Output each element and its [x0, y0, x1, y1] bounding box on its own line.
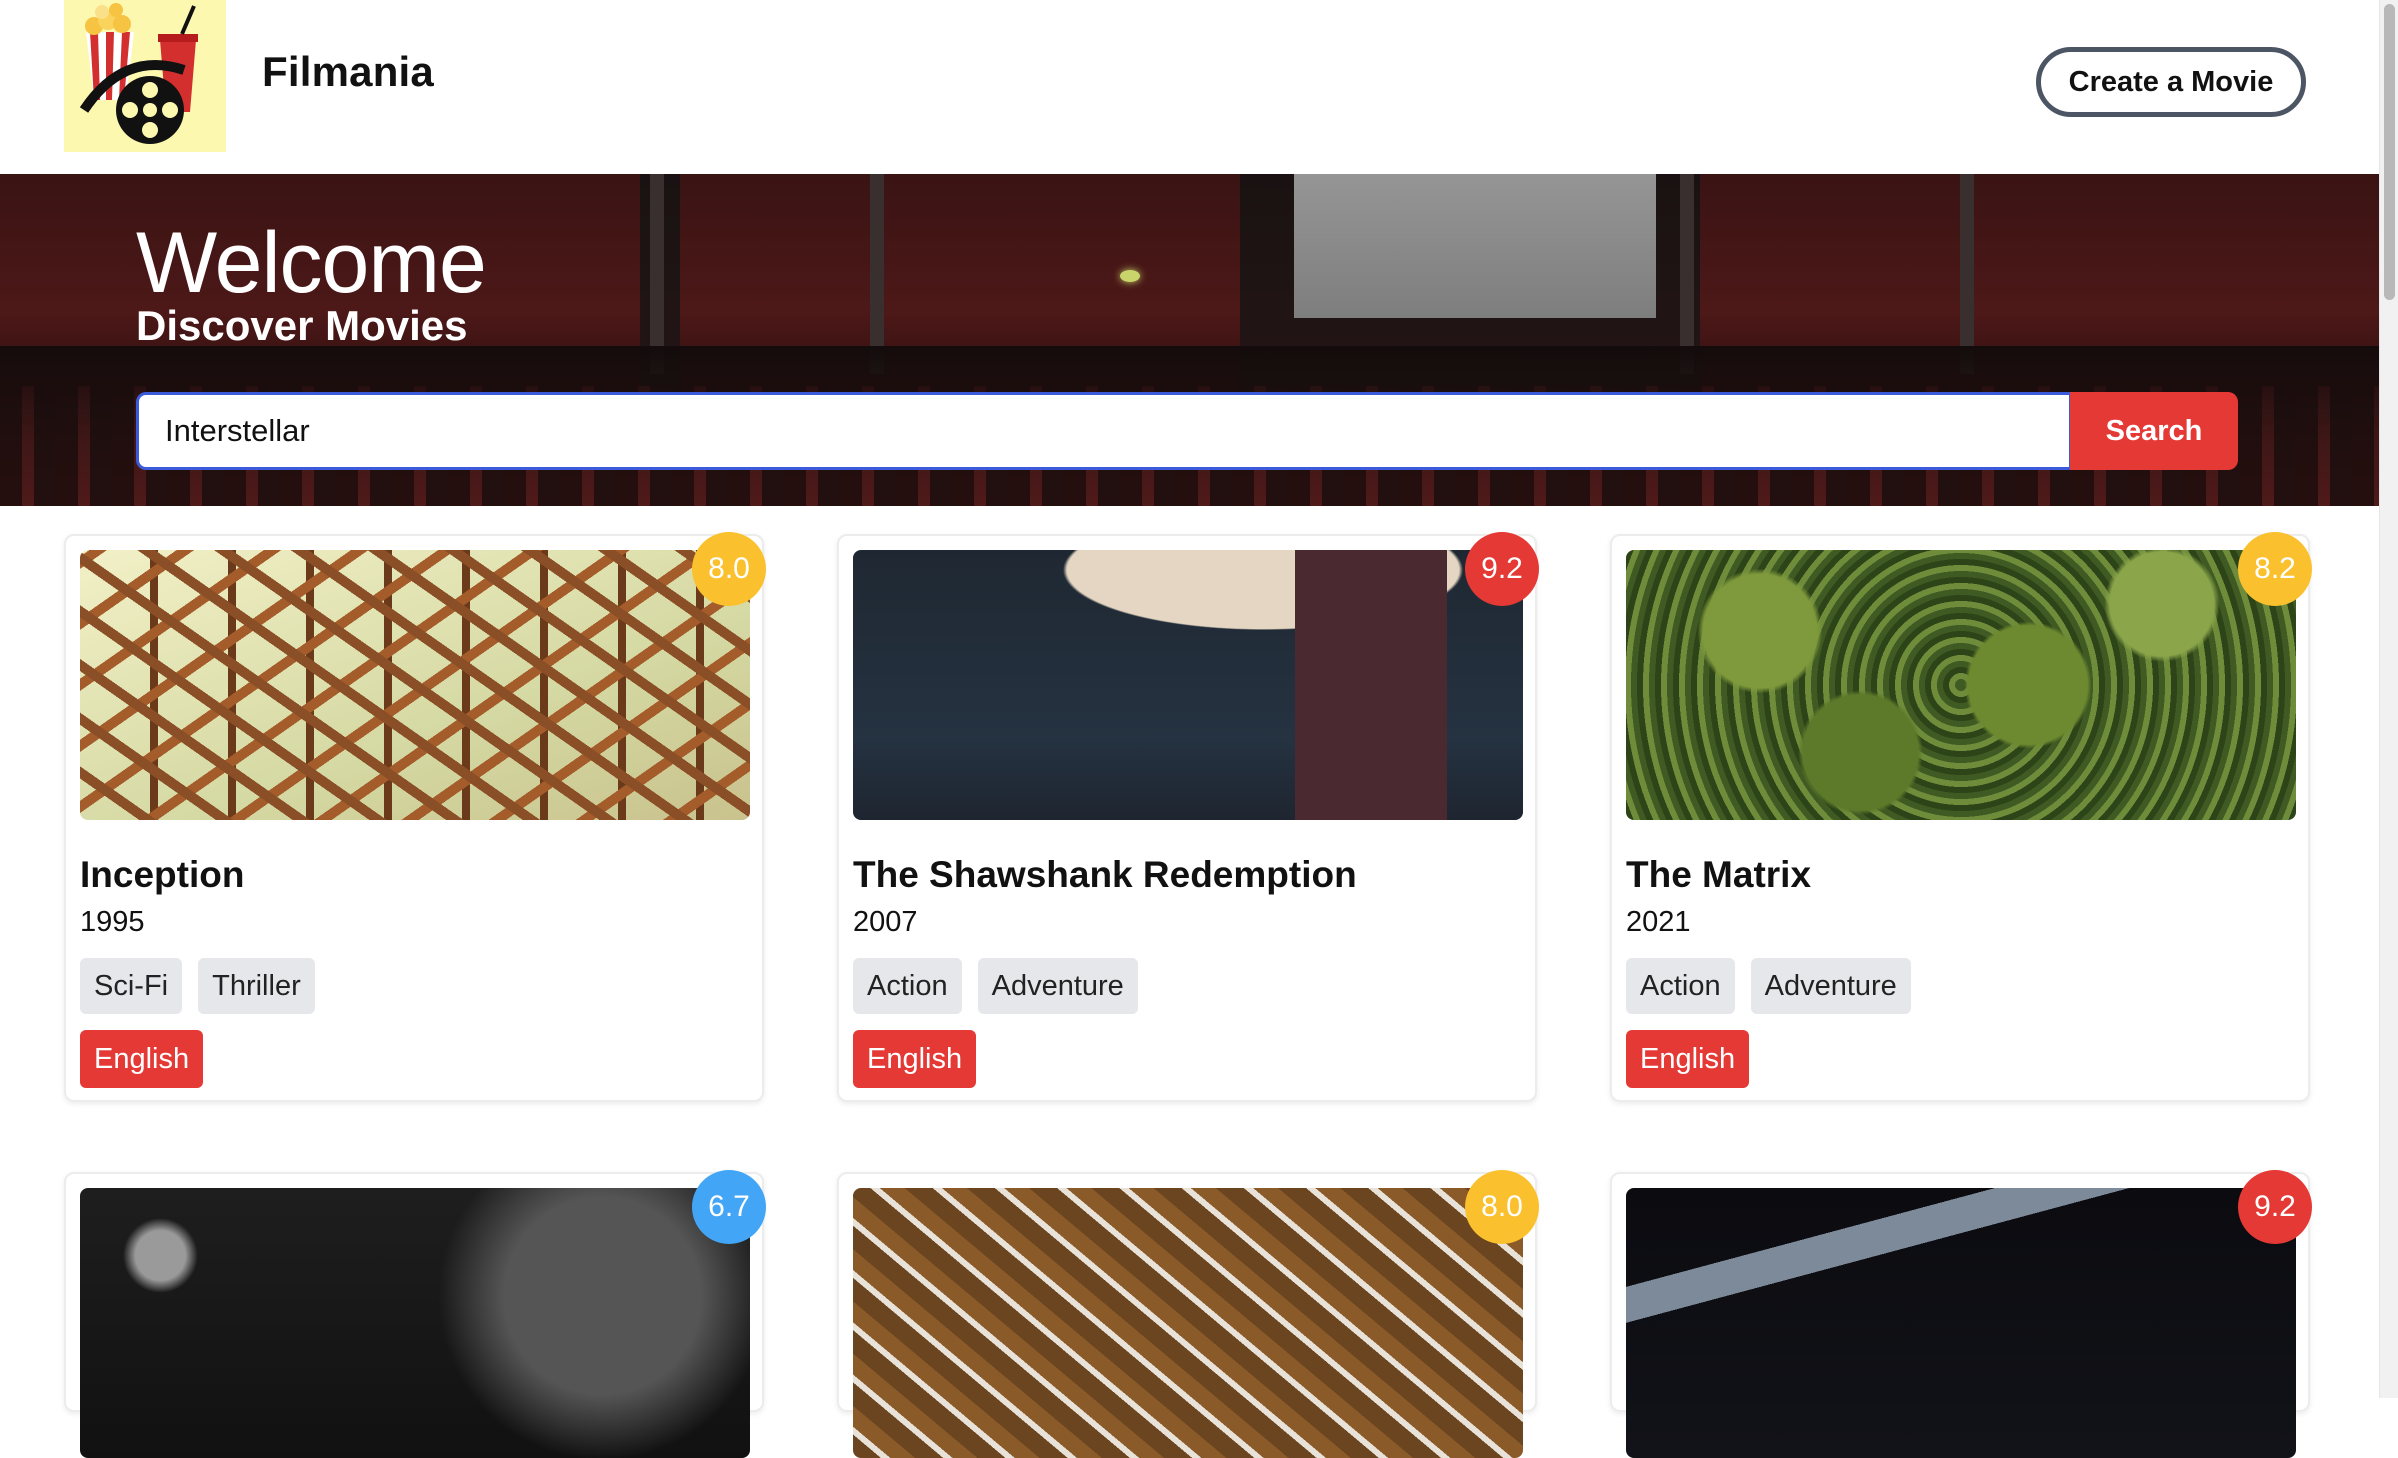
movie-card[interactable]: 8.0 [837, 1170, 1539, 1458]
genre-tag: Action [1626, 958, 1735, 1014]
search-button[interactable]: Search [2070, 392, 2238, 470]
hero-subtitle: Discover Movies [136, 302, 468, 349]
movie-poster[interactable] [853, 550, 1523, 820]
genre-tag: Adventure [977, 958, 1138, 1014]
language-badge: English [80, 1030, 204, 1088]
hero-title: Welcome [136, 215, 487, 311]
theater-pillar [650, 174, 664, 374]
rating-badge: 6.7 [692, 1170, 766, 1244]
language-badge: English [1626, 1030, 1750, 1088]
hero-banner: Welcome Discover Movies Search [0, 174, 2380, 506]
movie-title[interactable]: The Matrix [1626, 854, 1811, 896]
rating-badge: 9.2 [1465, 532, 1539, 606]
rating-badge: 8.0 [692, 532, 766, 606]
exit-light [1120, 270, 1140, 282]
movie-card[interactable]: 6.7 [64, 1170, 766, 1458]
theater-pillar [1960, 174, 1974, 374]
rating-badge: 8.0 [1465, 1170, 1539, 1244]
genre-tags: Action Adventure [1626, 958, 1911, 1014]
page-scrollbar[interactable] [2379, 0, 2398, 1398]
scrollbar-thumb[interactable] [2384, 4, 2395, 300]
popcorn-film-reel-icon [79, 3, 198, 144]
movie-poster[interactable] [853, 1188, 1523, 1458]
language-badge: English [853, 1030, 977, 1088]
theater-pillar [1680, 174, 1694, 374]
movie-poster[interactable] [1626, 550, 2296, 820]
movie-card[interactable]: 8.2 The Matrix 2021 Action Adventure Eng… [1610, 532, 2312, 1102]
movie-year: 2021 [1626, 906, 1691, 938]
genre-tags: Sci-Fi Thriller [80, 958, 315, 1014]
top-header: Filmania Create a Movie [0, 0, 2380, 174]
create-movie-button[interactable]: Create a Movie [2036, 47, 2306, 117]
movie-year: 1995 [80, 906, 145, 938]
rating-badge: 9.2 [2238, 1170, 2312, 1244]
movie-title[interactable]: Inception [80, 854, 244, 896]
movie-card[interactable]: 9.2 [1610, 1170, 2312, 1458]
movie-card[interactable]: 9.2 The Shawshank Redemption 2007 Action… [837, 532, 1539, 1102]
brand-name[interactable]: Filmania [262, 48, 434, 96]
cinema-screen [1294, 174, 1656, 318]
genre-tag: Sci-Fi [80, 958, 183, 1014]
movie-title[interactable]: The Shawshank Redemption [853, 854, 1357, 896]
search-input[interactable] [136, 392, 2072, 470]
rating-badge: 8.2 [2238, 532, 2312, 606]
theater-pillar [870, 174, 884, 374]
page: Filmania Create a Movie Welcome Discover… [0, 0, 2380, 1458]
movie-poster[interactable] [80, 1188, 750, 1458]
genre-tag: Thriller [198, 958, 315, 1014]
genre-tags: Action Adventure [853, 958, 1138, 1014]
movie-year: 2007 [853, 906, 918, 938]
movie-poster[interactable] [1626, 1188, 2296, 1458]
movie-poster[interactable] [80, 550, 750, 820]
genre-tag: Action [853, 958, 962, 1014]
movie-card[interactable]: 8.0 Inception 1995 Sci-Fi Thriller Engli… [64, 532, 766, 1102]
filmania-logo[interactable] [64, 0, 226, 152]
genre-tag: Adventure [1750, 958, 1911, 1014]
